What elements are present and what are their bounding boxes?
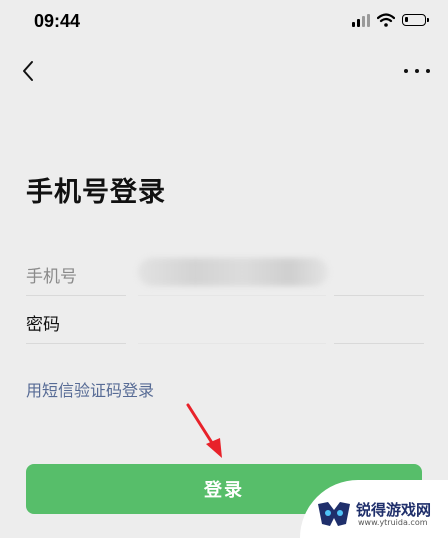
sms-login-link[interactable]: 用短信验证码登录 — [26, 377, 154, 401]
back-button[interactable] — [14, 56, 44, 86]
more-dot — [404, 69, 408, 73]
battery-level — [405, 17, 408, 22]
divider — [334, 295, 424, 296]
phone-label: 手机号 — [26, 267, 77, 287]
more-button[interactable] — [404, 60, 430, 82]
password-row[interactable]: 密码 — [26, 298, 424, 344]
watermark-url: www.ytruida.com — [358, 518, 428, 527]
signal-icon — [352, 13, 370, 27]
watermark-name: 锐得游戏网 — [356, 501, 432, 519]
wifi-icon — [377, 13, 395, 27]
password-label: 密码 — [26, 315, 60, 335]
divider — [138, 343, 326, 344]
divider — [334, 343, 424, 344]
chevron-left-icon — [23, 61, 33, 81]
status-icons — [352, 13, 429, 27]
more-dot — [415, 69, 419, 73]
phone-input[interactable] — [138, 258, 342, 290]
more-dot — [426, 69, 430, 73]
password-input[interactable] — [138, 306, 342, 338]
status-time: 09:44 — [34, 11, 81, 31]
watermark-logo-icon — [318, 502, 350, 526]
divider — [26, 343, 126, 344]
divider — [26, 295, 126, 296]
page-title: 手机号登录 — [26, 177, 166, 208]
divider — [138, 295, 326, 296]
phone-row[interactable]: 手机号 — [26, 250, 424, 296]
status-bar: 09:44 — [0, 0, 448, 44]
battery-icon — [402, 14, 429, 26]
arrow-annotation-icon — [186, 403, 222, 458]
